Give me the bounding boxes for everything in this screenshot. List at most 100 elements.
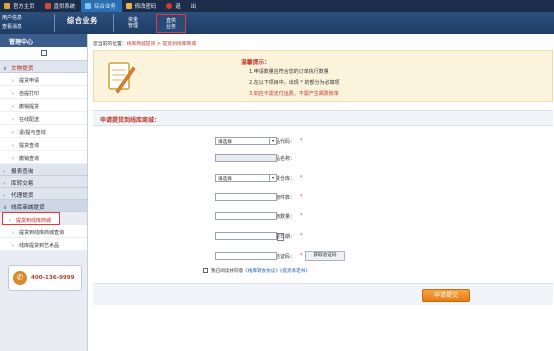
top-navbar: 官方主页 直供系统 综合业务 修改密码 退 出: [0, 0, 554, 12]
topnav-label: 出: [190, 4, 197, 10]
topnav-exit[interactable]: 出: [187, 0, 202, 12]
chevron-right-icon: ›: [3, 181, 6, 187]
tips-title: 温馨提示：: [241, 60, 270, 66]
sidebar-item[interactable]: › 自提打印: [0, 86, 87, 99]
tips-line: 3.如应不需支付运费，不需产生邮费账单: [249, 91, 339, 97]
group-label: 库转交易: [11, 181, 34, 187]
chevron-down-icon: ▾: [269, 175, 276, 181]
required-mark: *: [300, 213, 303, 219]
agreement-link[interactable]: 《线库转会协议》: [243, 269, 280, 274]
form-row-product-code: 商品代码： * 请选择 ▾: [93, 134, 553, 150]
get-captcha-button[interactable]: 获取验证码: [305, 251, 345, 261]
sidebar-title: 管理中心: [0, 34, 87, 47]
sidebar-item-active[interactable]: › 提货到线库商城: [2, 212, 60, 225]
form-row-product-name: 商品名称：: [93, 151, 553, 167]
sidebar-group-transfer[interactable]: › 库转交易: [0, 176, 87, 188]
view-messages-link[interactable]: 查看消息: [2, 23, 48, 32]
key-icon: [125, 3, 132, 9]
chevron-right-icon: ›: [12, 104, 14, 110]
breadcrumb-path[interactable]: 线库商城提货 > 提货到线库商城: [127, 42, 196, 47]
subtab-direct-supply[interactable]: 直供 业务: [156, 14, 186, 33]
required-mark: *: [300, 194, 303, 200]
select-value: 请选择: [218, 177, 232, 182]
chevron-right-icon: ›: [12, 117, 14, 123]
warehouse-select[interactable]: 请选择 ▾: [215, 174, 277, 182]
hotline-banner: ✆ 400-136-9999: [8, 265, 82, 291]
chevron-down-icon: ∨: [3, 205, 8, 211]
subtab-funds[interactable]: 资金 管理: [118, 14, 148, 33]
topnav-label: 直供系统: [53, 4, 76, 10]
item-label: 自提打印: [19, 91, 40, 97]
agree-text: 我已阅读并同意: [211, 269, 244, 274]
item-label: 提货查询: [19, 143, 40, 149]
divider: [54, 14, 55, 32]
chevron-right-icon: ›: [12, 230, 14, 236]
business-icon: [85, 3, 92, 9]
topnav-password[interactable]: 修改密码: [122, 0, 163, 12]
topnav-business[interactable]: 综合业务: [81, 0, 122, 12]
breadcrumb: 您当前的位置：线库商城提货 > 提货到线库商城: [93, 40, 196, 47]
form-row-quantity: 文物数量： *: [93, 209, 553, 225]
chevron-right-icon: ›: [3, 193, 6, 199]
sidebar-item[interactable]: › 线库提货到艺术品: [0, 238, 87, 251]
promise-link[interactable]: 《提货承诺书》: [280, 269, 310, 274]
chevron-right-icon: ›: [9, 218, 11, 224]
topnav-label: 官方主页: [13, 4, 35, 10]
topnav-system[interactable]: 直供系统: [41, 0, 82, 12]
submit-button[interactable]: 申请提交: [422, 289, 470, 302]
sidebar-item[interactable]: › 撤销查询: [0, 151, 87, 164]
item-label: 线库提货到艺术品: [19, 243, 60, 249]
system-icon: [44, 3, 51, 9]
form-section-header: 申请提货到线库商城：: [93, 110, 553, 126]
group-label: 报表查询: [11, 169, 34, 175]
sidebar-item[interactable]: › 在线配送: [0, 112, 87, 125]
sidebar-item[interactable]: › 提货到线库商城查询: [0, 225, 87, 238]
chevron-right-icon: ›: [12, 130, 14, 136]
sidebar-item[interactable]: › 撤销提货: [0, 99, 87, 112]
pickup-date-input[interactable]: [215, 232, 284, 241]
chevron-right-icon: ›: [12, 156, 14, 162]
chevron-right-icon: ›: [3, 169, 6, 175]
topnav-logout[interactable]: 退: [162, 0, 186, 12]
tips-panel: 温馨提示： 1.申请数量应符合您的订单执行数量 2.在以下项目中，出现 * 的部…: [93, 50, 553, 102]
agreement-row: 我已阅读并同意《线库转会协议》《提货承诺书》: [203, 268, 310, 274]
topnav-label: 修改密码: [134, 4, 157, 10]
group-label: 代理提货: [11, 193, 34, 199]
sidebar: 管理中心 ∨ 文物提货 › 提货申请 › 自提打印 › 撤销提货 › 在线配送 › 退/提与…: [0, 34, 88, 351]
group-label: 文物提货: [11, 66, 34, 72]
topnav-home[interactable]: 官方主页: [0, 0, 41, 12]
form-row-captcha: 验证码： * 获取验证码: [93, 249, 553, 265]
sidebar-item[interactable]: › 提货查询: [0, 138, 87, 151]
item-label: 撤销查询: [19, 156, 40, 162]
sidebar-group-reports[interactable]: › 报表查询: [0, 164, 87, 176]
power-icon: [166, 3, 173, 9]
sidebar-group-heritage-pickup[interactable]: ∨ 文物提货: [0, 61, 87, 73]
tips-line: 1.申请数量应符合您的订单执行数量: [249, 69, 329, 75]
required-mark: *: [300, 253, 303, 259]
captcha-input[interactable]: [215, 252, 277, 260]
item-count-input[interactable]: [215, 193, 277, 201]
home-icon: [4, 3, 10, 9]
group-label: 线库商城提货: [11, 205, 45, 211]
user-info-link[interactable]: 用户信息: [2, 14, 48, 23]
collapse-icon[interactable]: [41, 50, 47, 56]
item-label: 提货到线库商城查询: [19, 230, 65, 236]
item-label: 提货到线库商城: [16, 218, 52, 224]
topnav-label: 退: [175, 4, 181, 10]
product-code-select[interactable]: 请选择 ▾: [215, 137, 277, 145]
chevron-right-icon: ›: [12, 143, 14, 149]
form-row-pickup-date: 提货日期： *: [93, 229, 553, 245]
subtab-line: 管理: [127, 23, 138, 29]
subtab-line: 业务: [165, 24, 176, 30]
sidebar-item[interactable]: › 提货申请: [0, 73, 87, 86]
chevron-down-icon: ▾: [269, 138, 276, 144]
user-box: 用户信息 查看消息: [2, 14, 48, 32]
sidebar-group-agent[interactable]: › 代理提货: [0, 188, 87, 200]
quantity-input[interactable]: [215, 212, 277, 220]
module-header: 用户信息 查看消息 综合业务 资金 管理 直供 业务: [0, 12, 554, 34]
product-name-field: [215, 154, 277, 162]
sidebar-group-mall[interactable]: ∨ 线库商城提货: [0, 200, 87, 212]
hotline-number: 400-136-9999: [31, 275, 75, 281]
sidebar-item[interactable]: › 退/提与查询: [0, 125, 87, 138]
agree-checkbox[interactable]: [203, 268, 208, 273]
